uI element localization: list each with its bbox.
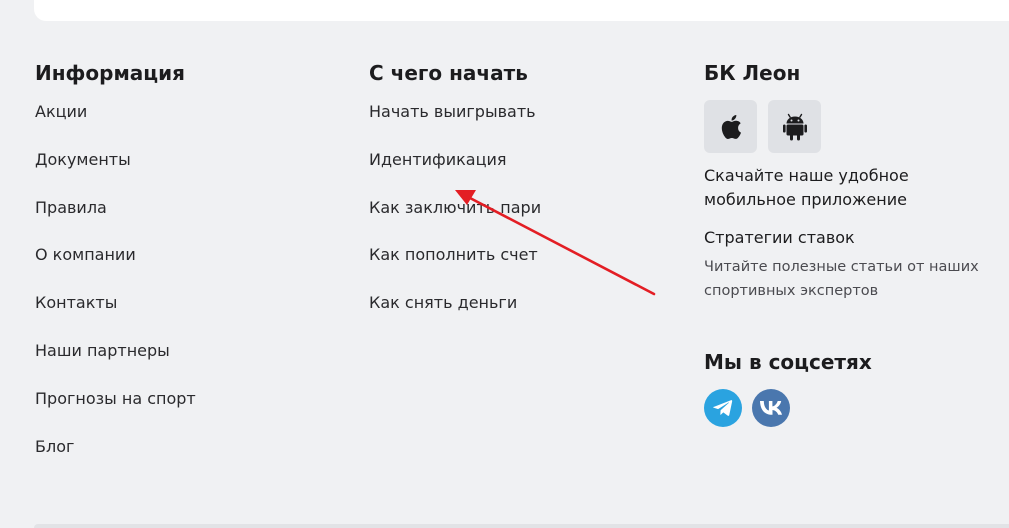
link-documents[interactable]: Документы [35,150,196,170]
top-card [34,0,1009,21]
start-heading: С чего начать [369,61,528,85]
telegram-button[interactable] [704,389,742,427]
link-promotions[interactable]: Акции [35,102,196,122]
link-predictions[interactable]: Прогнозы на спорт [35,389,196,409]
ios-app-button[interactable] [704,100,757,153]
social-heading: Мы в соцсетях [704,350,872,374]
link-contacts[interactable]: Контакты [35,293,196,313]
app-buttons [704,100,1004,153]
telegram-icon [713,400,733,416]
info-column: Информация Акции Документы Правила О ком… [35,60,196,484]
link-how-to-deposit[interactable]: Как пополнить счет [369,245,541,265]
vk-button[interactable] [752,389,790,427]
info-heading: Информация [35,61,185,85]
apple-icon [721,114,741,139]
vk-icon [760,401,782,415]
info-links: Акции Документы Правила О компании Конта… [35,102,196,457]
link-start-winning[interactable]: Начать выигрывать [369,102,541,122]
link-partners[interactable]: Наши партнеры [35,341,196,361]
start-column: С чего начать Начать выигрывать Идентифи… [369,60,541,341]
android-icon [782,113,807,140]
strategy-link[interactable]: Стратегии ставок [704,228,1004,248]
link-blog[interactable]: Блог [35,437,196,457]
link-rules[interactable]: Правила [35,198,196,218]
leon-heading: БК Леон [704,61,801,85]
link-about[interactable]: О компании [35,245,196,265]
social-links [704,389,1004,427]
leon-column: БК Леон Скачайте наше удобное мобильное … [704,60,1004,427]
bottom-card-edge [34,524,1009,528]
strategy-description: Читайте полезные статьи от наших спортив… [704,259,979,299]
app-description: Скачайте наше удобное мобильное приложен… [704,166,909,209]
start-links: Начать выигрывать Идентификация Как закл… [369,102,541,313]
link-how-to-withdraw[interactable]: Как снять деньги [369,293,541,313]
android-app-button[interactable] [768,100,821,153]
link-how-to-bet[interactable]: Как заключить пари [369,198,541,218]
link-identification[interactable]: Идентификация [369,150,541,170]
